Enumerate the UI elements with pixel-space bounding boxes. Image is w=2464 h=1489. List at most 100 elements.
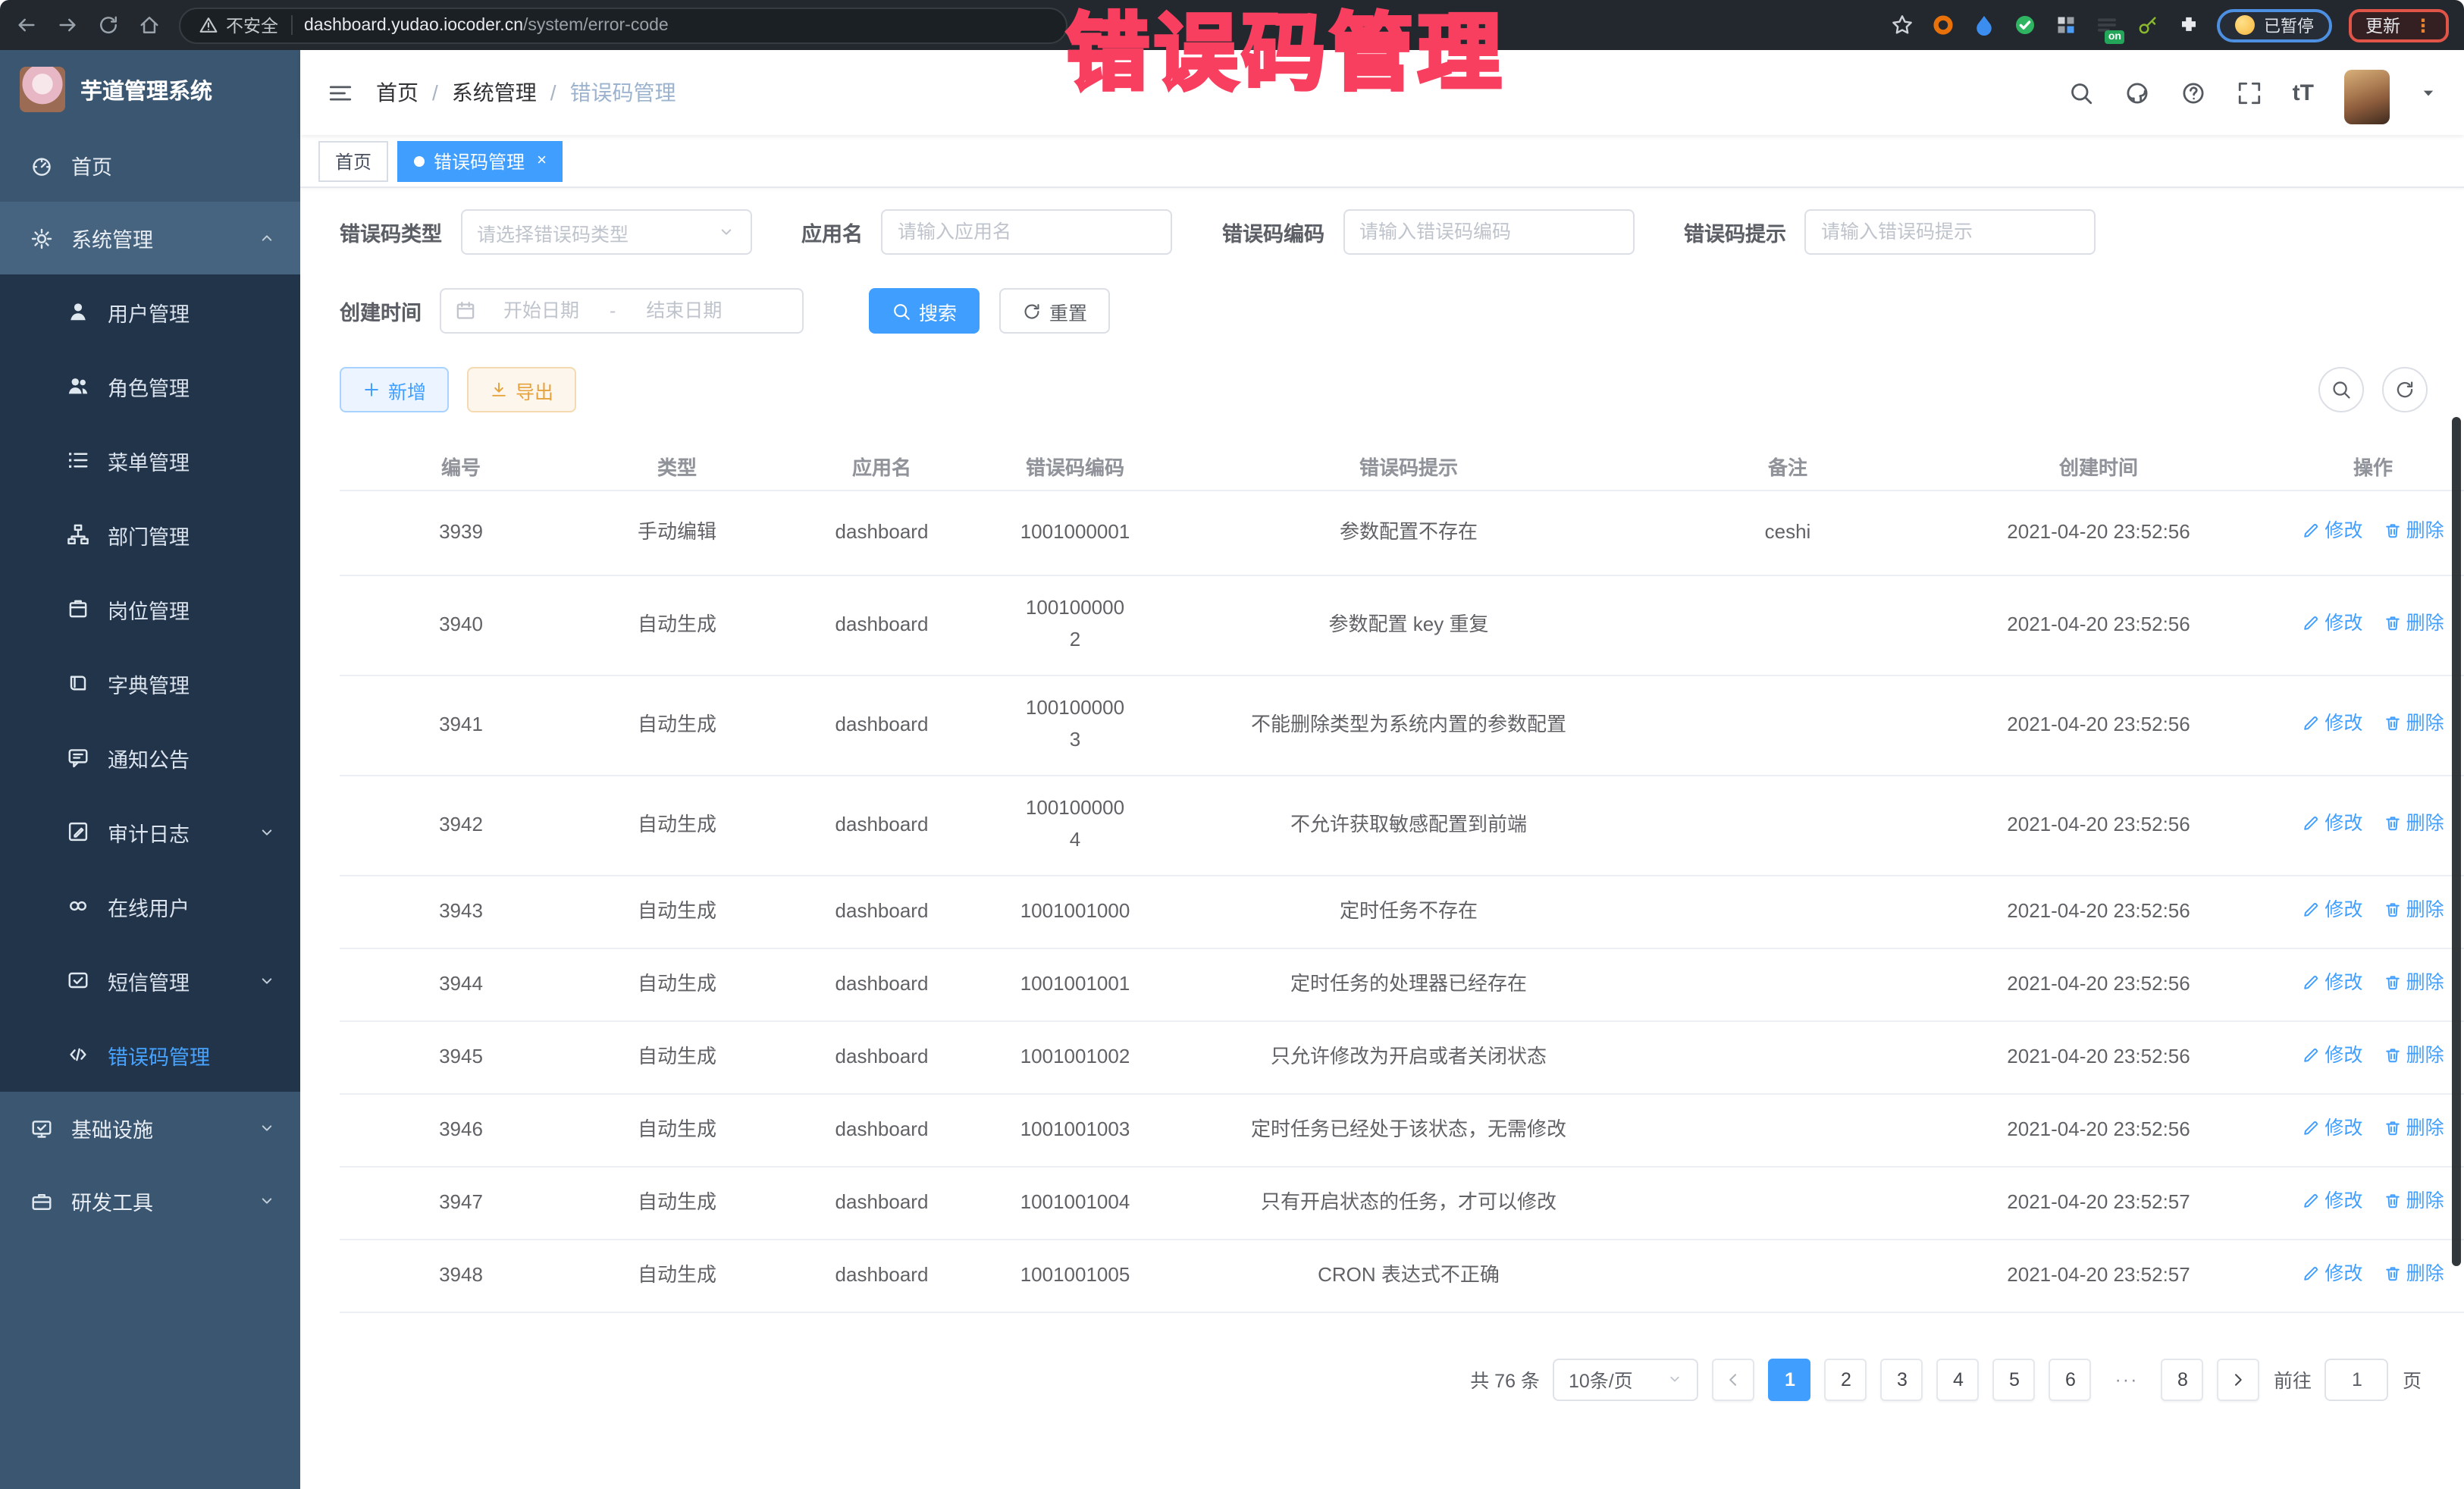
delete-link[interactable]: 删除	[2384, 967, 2444, 997]
column-header: 备注	[1659, 443, 1917, 490]
page-size-select[interactable]: 10条/页	[1553, 1358, 1699, 1400]
help-icon[interactable]	[2180, 80, 2206, 105]
font-size-icon[interactable]: tT	[2293, 80, 2314, 105]
sidebar-subitem-3[interactable]: 部门管理	[0, 497, 300, 572]
sidebar-item-2[interactable]: 基础设施	[0, 1092, 300, 1165]
tab-首页[interactable]: 首页	[318, 140, 388, 181]
hamburger-icon[interactable]	[328, 80, 353, 105]
page-button-3[interactable]: 3	[1881, 1358, 1923, 1400]
breadcrumb-item[interactable]: 首页	[376, 77, 419, 108]
ext-green-check-icon[interactable]	[2012, 13, 2036, 37]
edit-link[interactable]: 修改	[2302, 1185, 2362, 1215]
delete-link[interactable]: 删除	[2384, 607, 2444, 638]
delete-link[interactable]: 删除	[2384, 707, 2444, 738]
page-button-5[interactable]: 5	[1993, 1358, 2036, 1400]
delete-link[interactable]: 删除	[2384, 1185, 2444, 1215]
filter-input-3[interactable]	[1804, 209, 2096, 255]
ext-key-icon[interactable]	[2135, 13, 2159, 37]
online-user-icon	[67, 895, 89, 917]
goto-page-input[interactable]	[2325, 1358, 2389, 1400]
back-icon[interactable]	[15, 14, 38, 36]
edit-link[interactable]: 修改	[2302, 807, 2362, 838]
filter-input-2[interactable]	[1343, 209, 1634, 255]
chevron-down-icon[interactable]	[2420, 84, 2437, 101]
sidebar-subitem-8[interactable]: 在线用户	[0, 869, 300, 943]
add-button[interactable]: 新增	[340, 367, 449, 412]
browser-update-button[interactable]: 更新 ⋮	[2349, 8, 2449, 42]
home-icon[interactable]	[138, 14, 161, 36]
sidebar-subitem-5[interactable]: 字典管理	[0, 646, 300, 720]
breadcrumb-item[interactable]: 系统管理	[452, 77, 537, 108]
refresh-icon[interactable]	[97, 14, 120, 36]
start-date-input[interactable]	[482, 300, 600, 321]
delete-link[interactable]: 删除	[2384, 1039, 2444, 1070]
sidebar-subitem-0[interactable]: 用户管理	[0, 274, 300, 349]
sidebar-menu: 首页 系统管理 用户管理 角色管理 菜单管理 部门管理 岗位管理 字典管理 通知	[0, 129, 300, 1489]
date-range-picker[interactable]: -	[440, 288, 804, 334]
sidebar-item-1[interactable]: 系统管理	[0, 202, 300, 274]
filter-input-1[interactable]	[881, 209, 1172, 255]
bookmark-star-icon[interactable]	[1891, 14, 1914, 36]
address-bar[interactable]: 不安全 dashboard.yudao.iocoder.cn/system/er…	[179, 7, 1067, 43]
sidebar-subitem-10[interactable]: 错误码管理	[0, 1017, 300, 1092]
close-tab-icon[interactable]: ×	[537, 152, 547, 170]
app-logo-row[interactable]: 芋道管理系统	[0, 50, 300, 129]
cell-code: 1001000001	[992, 490, 1158, 575]
cell-app: dashboard	[772, 575, 992, 675]
edit-link[interactable]: 修改	[2302, 607, 2362, 638]
edit-link[interactable]: 修改	[2302, 1258, 2362, 1288]
export-button[interactable]: 导出	[467, 367, 576, 412]
reset-button[interactable]: 重置	[999, 288, 1110, 334]
sidebar-subitem-9[interactable]: 短信管理	[0, 943, 300, 1017]
page-button-1[interactable]: 1	[1769, 1358, 1811, 1400]
search-icon[interactable]	[2068, 80, 2094, 105]
ext-switch-icon[interactable]: on	[2094, 13, 2118, 37]
page-button-6[interactable]: 6	[2049, 1358, 2092, 1400]
sidebar-subitem-1[interactable]: 角色管理	[0, 349, 300, 423]
edit-link[interactable]: 修改	[2302, 1039, 2362, 1070]
filter-select-0[interactable]: 请选择错误码类型	[460, 209, 751, 255]
sidebar-item-0[interactable]: 首页	[0, 129, 300, 202]
security-warning[interactable]: 不安全	[199, 13, 278, 37]
forward-icon[interactable]	[56, 14, 79, 36]
scrollbar-thumb[interactable]	[2452, 417, 2461, 1266]
ext-grid-icon[interactable]	[2053, 13, 2077, 37]
delete-link[interactable]: 删除	[2384, 1112, 2444, 1143]
edit-link[interactable]: 修改	[2302, 707, 2362, 738]
next-page-button[interactable]	[2218, 1358, 2260, 1400]
edit-link[interactable]: 修改	[2302, 894, 2362, 924]
prev-page-button[interactable]	[1713, 1358, 1755, 1400]
fullscreen-icon[interactable]	[2237, 80, 2262, 105]
search-button[interactable]: 搜索	[869, 288, 980, 334]
filter-label-1: 应用名	[801, 217, 863, 247]
delete-link[interactable]: 删除	[2384, 807, 2444, 838]
sidebar-subitem-6[interactable]: 通知公告	[0, 720, 300, 795]
show-search-toggle-button[interactable]	[2318, 367, 2364, 412]
extension-paused-chip[interactable]: 已暂停	[2217, 8, 2332, 42]
ext-orange-ring-icon[interactable]	[1930, 13, 1955, 37]
page-ellipsis[interactable]: ···	[2105, 1358, 2148, 1400]
ext-blue-gem-icon[interactable]	[1971, 13, 1995, 37]
page-content: 错误码类型 请选择错误码类型 应用名错误码编码错误码提示 创建时间 -	[300, 188, 2464, 1489]
tab-错误码管理[interactable]: 错误码管理 ×	[397, 140, 563, 181]
page-button-2[interactable]: 2	[1825, 1358, 1867, 1400]
ext-puzzle-icon[interactable]	[2176, 13, 2200, 37]
delete-link[interactable]: 删除	[2384, 1258, 2444, 1288]
sidebar-subitem-2[interactable]: 菜单管理	[0, 423, 300, 497]
edit-link[interactable]: 修改	[2302, 967, 2362, 997]
delete-link[interactable]: 删除	[2384, 515, 2444, 545]
edit-link[interactable]: 修改	[2302, 515, 2362, 545]
edit-link[interactable]: 修改	[2302, 1112, 2362, 1143]
cell-tip: CRON 表达式不正确	[1158, 1239, 1659, 1312]
delete-link[interactable]: 删除	[2384, 894, 2444, 924]
end-date-input[interactable]	[625, 300, 743, 321]
sidebar-item-3[interactable]: 研发工具	[0, 1165, 300, 1237]
sidebar-subitem-4[interactable]: 岗位管理	[0, 572, 300, 646]
menu-dots-icon[interactable]: ⋮	[2414, 14, 2432, 36]
refresh-table-button[interactable]	[2382, 367, 2428, 412]
avatar[interactable]	[2344, 70, 2390, 124]
sidebar-subitem-7[interactable]: 审计日志	[0, 795, 300, 869]
github-icon[interactable]	[2124, 80, 2150, 105]
page-button-8[interactable]: 8	[2161, 1358, 2204, 1400]
page-button-4[interactable]: 4	[1937, 1358, 1980, 1400]
